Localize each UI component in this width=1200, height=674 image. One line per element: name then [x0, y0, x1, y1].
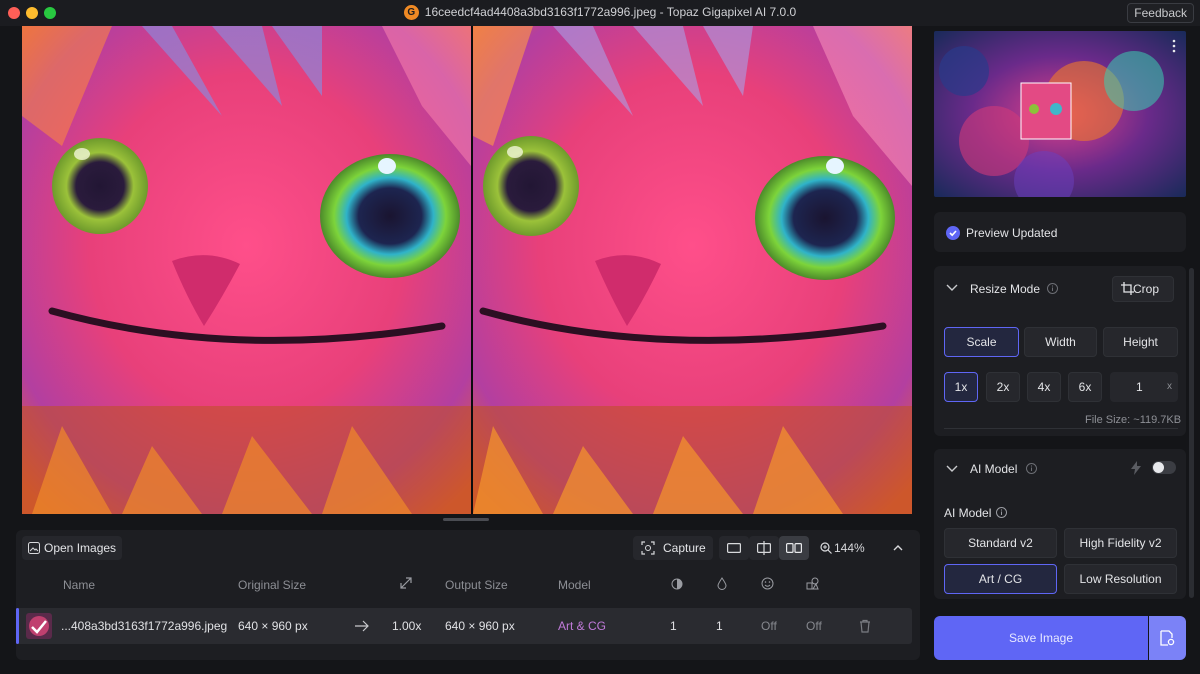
scale-4x-button[interactable]: 4x	[1027, 372, 1061, 402]
collapse-panel-icon[interactable]	[889, 539, 907, 557]
column-original-size[interactable]: Original Size	[238, 578, 306, 592]
lightning-icon	[1131, 461, 1141, 475]
save-options-button[interactable]	[1149, 616, 1186, 660]
capture-button[interactable]: Capture	[633, 536, 713, 560]
column-output-size[interactable]: Output Size	[445, 578, 508, 592]
model-standard-v2-button[interactable]: Standard v2	[944, 528, 1057, 558]
capture-icon	[641, 541, 655, 555]
original-image-panel[interactable]	[22, 26, 471, 514]
split-view-button[interactable]	[749, 536, 779, 560]
sharpen-value: 1	[716, 619, 723, 633]
scale-6x-button[interactable]: 6x	[1068, 372, 1102, 402]
sharpen-drop-icon	[717, 577, 727, 590]
open-images-button[interactable]: Open Images	[22, 536, 122, 560]
crop-icon	[1121, 282, 1134, 295]
window-title-area: G 16ceedcf4ad4408a3bd3163f1772a996.jpeg -…	[0, 5, 1200, 21]
column-name[interactable]: Name	[63, 578, 95, 592]
row-selected-indicator	[16, 608, 19, 644]
single-view-button[interactable]	[719, 536, 749, 560]
ai-model-title: AI Model	[970, 462, 1018, 476]
feedback-button[interactable]: Feedback	[1127, 3, 1194, 23]
arrow-right-icon	[355, 620, 369, 632]
info-icon[interactable]	[996, 507, 1007, 518]
output-size-value: 640 × 960 px	[445, 619, 515, 633]
info-icon[interactable]	[1047, 283, 1058, 294]
capture-label: Capture	[663, 541, 706, 555]
face-recovery-value: Off	[761, 619, 777, 633]
preview-status-text: Preview Updated	[966, 226, 1058, 240]
custom-scale-value: 1	[1136, 380, 1143, 394]
file-size-estimate: File Size: ~119.7KB	[1085, 414, 1182, 426]
custom-scale-suffix: x	[1167, 381, 1172, 392]
side-by-side-view-button[interactable]	[779, 536, 809, 560]
denoise-icon	[671, 578, 683, 590]
mode-height-button[interactable]: Height	[1103, 327, 1178, 357]
crop-label: Crop	[1133, 282, 1160, 296]
trash-icon[interactable]	[859, 619, 871, 633]
resize-mode-title: Resize Mode	[970, 282, 1041, 296]
original-size-value: 640 × 960 px	[238, 619, 308, 633]
zoom-level: 144%	[834, 541, 865, 555]
navigator-minimap[interactable]	[934, 31, 1186, 197]
app-logo-icon: G	[403, 5, 419, 21]
file-name: ...408a3bd3163f1772a996.jpeg	[61, 619, 228, 633]
scale-expand-icon	[400, 577, 412, 589]
denoise-value: 1	[670, 619, 677, 633]
custom-scale-input[interactable]: 1 x	[1110, 372, 1178, 402]
enhanced-image	[473, 26, 912, 514]
zoom-control[interactable]: 144%	[816, 536, 865, 560]
export-settings-icon	[1160, 630, 1175, 646]
mode-width-button[interactable]: Width	[1024, 327, 1097, 357]
side-by-side-icon	[786, 543, 802, 553]
scale-2x-button[interactable]: 2x	[986, 372, 1020, 402]
zoom-icon	[820, 542, 832, 554]
open-images-label: Open Images	[44, 541, 117, 555]
single-view-icon	[727, 543, 741, 553]
image-icon	[28, 542, 40, 554]
sidebar-scrollbar[interactable]	[1189, 268, 1194, 598]
comparison-viewer[interactable]	[22, 26, 912, 514]
split-view-icon	[757, 541, 771, 555]
file-panel: Open Images Capture 144% Name Original S…	[16, 530, 920, 660]
scale-value: 1.00x	[392, 619, 422, 633]
tone-value: Off	[806, 619, 822, 633]
original-image	[22, 26, 471, 514]
column-model[interactable]: Model	[558, 578, 591, 592]
scale-1x-button[interactable]: 1x	[944, 372, 978, 402]
title-bar: G 16ceedcf4ad4408a3bd3163f1772a996.jpeg -…	[0, 0, 1200, 26]
crop-button[interactable]: Crop	[1112, 276, 1174, 302]
divider	[944, 428, 1178, 429]
check-circle-icon	[946, 226, 960, 240]
model-value: Art & CG	[558, 619, 607, 633]
info-icon[interactable]	[1026, 463, 1037, 474]
table-row[interactable]: ...408a3bd3163f1772a996.jpeg 640 × 960 p…	[16, 608, 912, 644]
face-recovery-icon	[761, 577, 774, 590]
model-low-resolution-button[interactable]: Low Resolution	[1064, 564, 1177, 594]
ai-model-toggle[interactable]	[1152, 461, 1176, 474]
file-thumbnail	[26, 613, 52, 639]
model-art-cg-button[interactable]: Art / CG	[944, 564, 1057, 594]
window-title: 16ceedcf4ad4408a3bd3163f1772a996.jpeg - …	[424, 5, 797, 19]
mode-scale-button[interactable]: Scale	[944, 327, 1019, 357]
preview-status-card: Preview Updated	[934, 212, 1186, 252]
panel-resize-handle[interactable]	[443, 518, 489, 521]
chevron-down-icon[interactable]	[946, 465, 958, 473]
ai-model-section-label: AI Model	[944, 506, 992, 520]
save-image-button[interactable]: Save Image	[934, 616, 1148, 660]
tone-adjust-icon	[806, 577, 819, 590]
chevron-down-icon[interactable]	[946, 284, 958, 292]
enhanced-image-panel[interactable]	[473, 26, 912, 514]
navigator-image	[934, 31, 1186, 197]
model-high-fidelity-v2-button[interactable]: High Fidelity v2	[1064, 528, 1177, 558]
more-options-icon[interactable]	[1172, 39, 1176, 53]
